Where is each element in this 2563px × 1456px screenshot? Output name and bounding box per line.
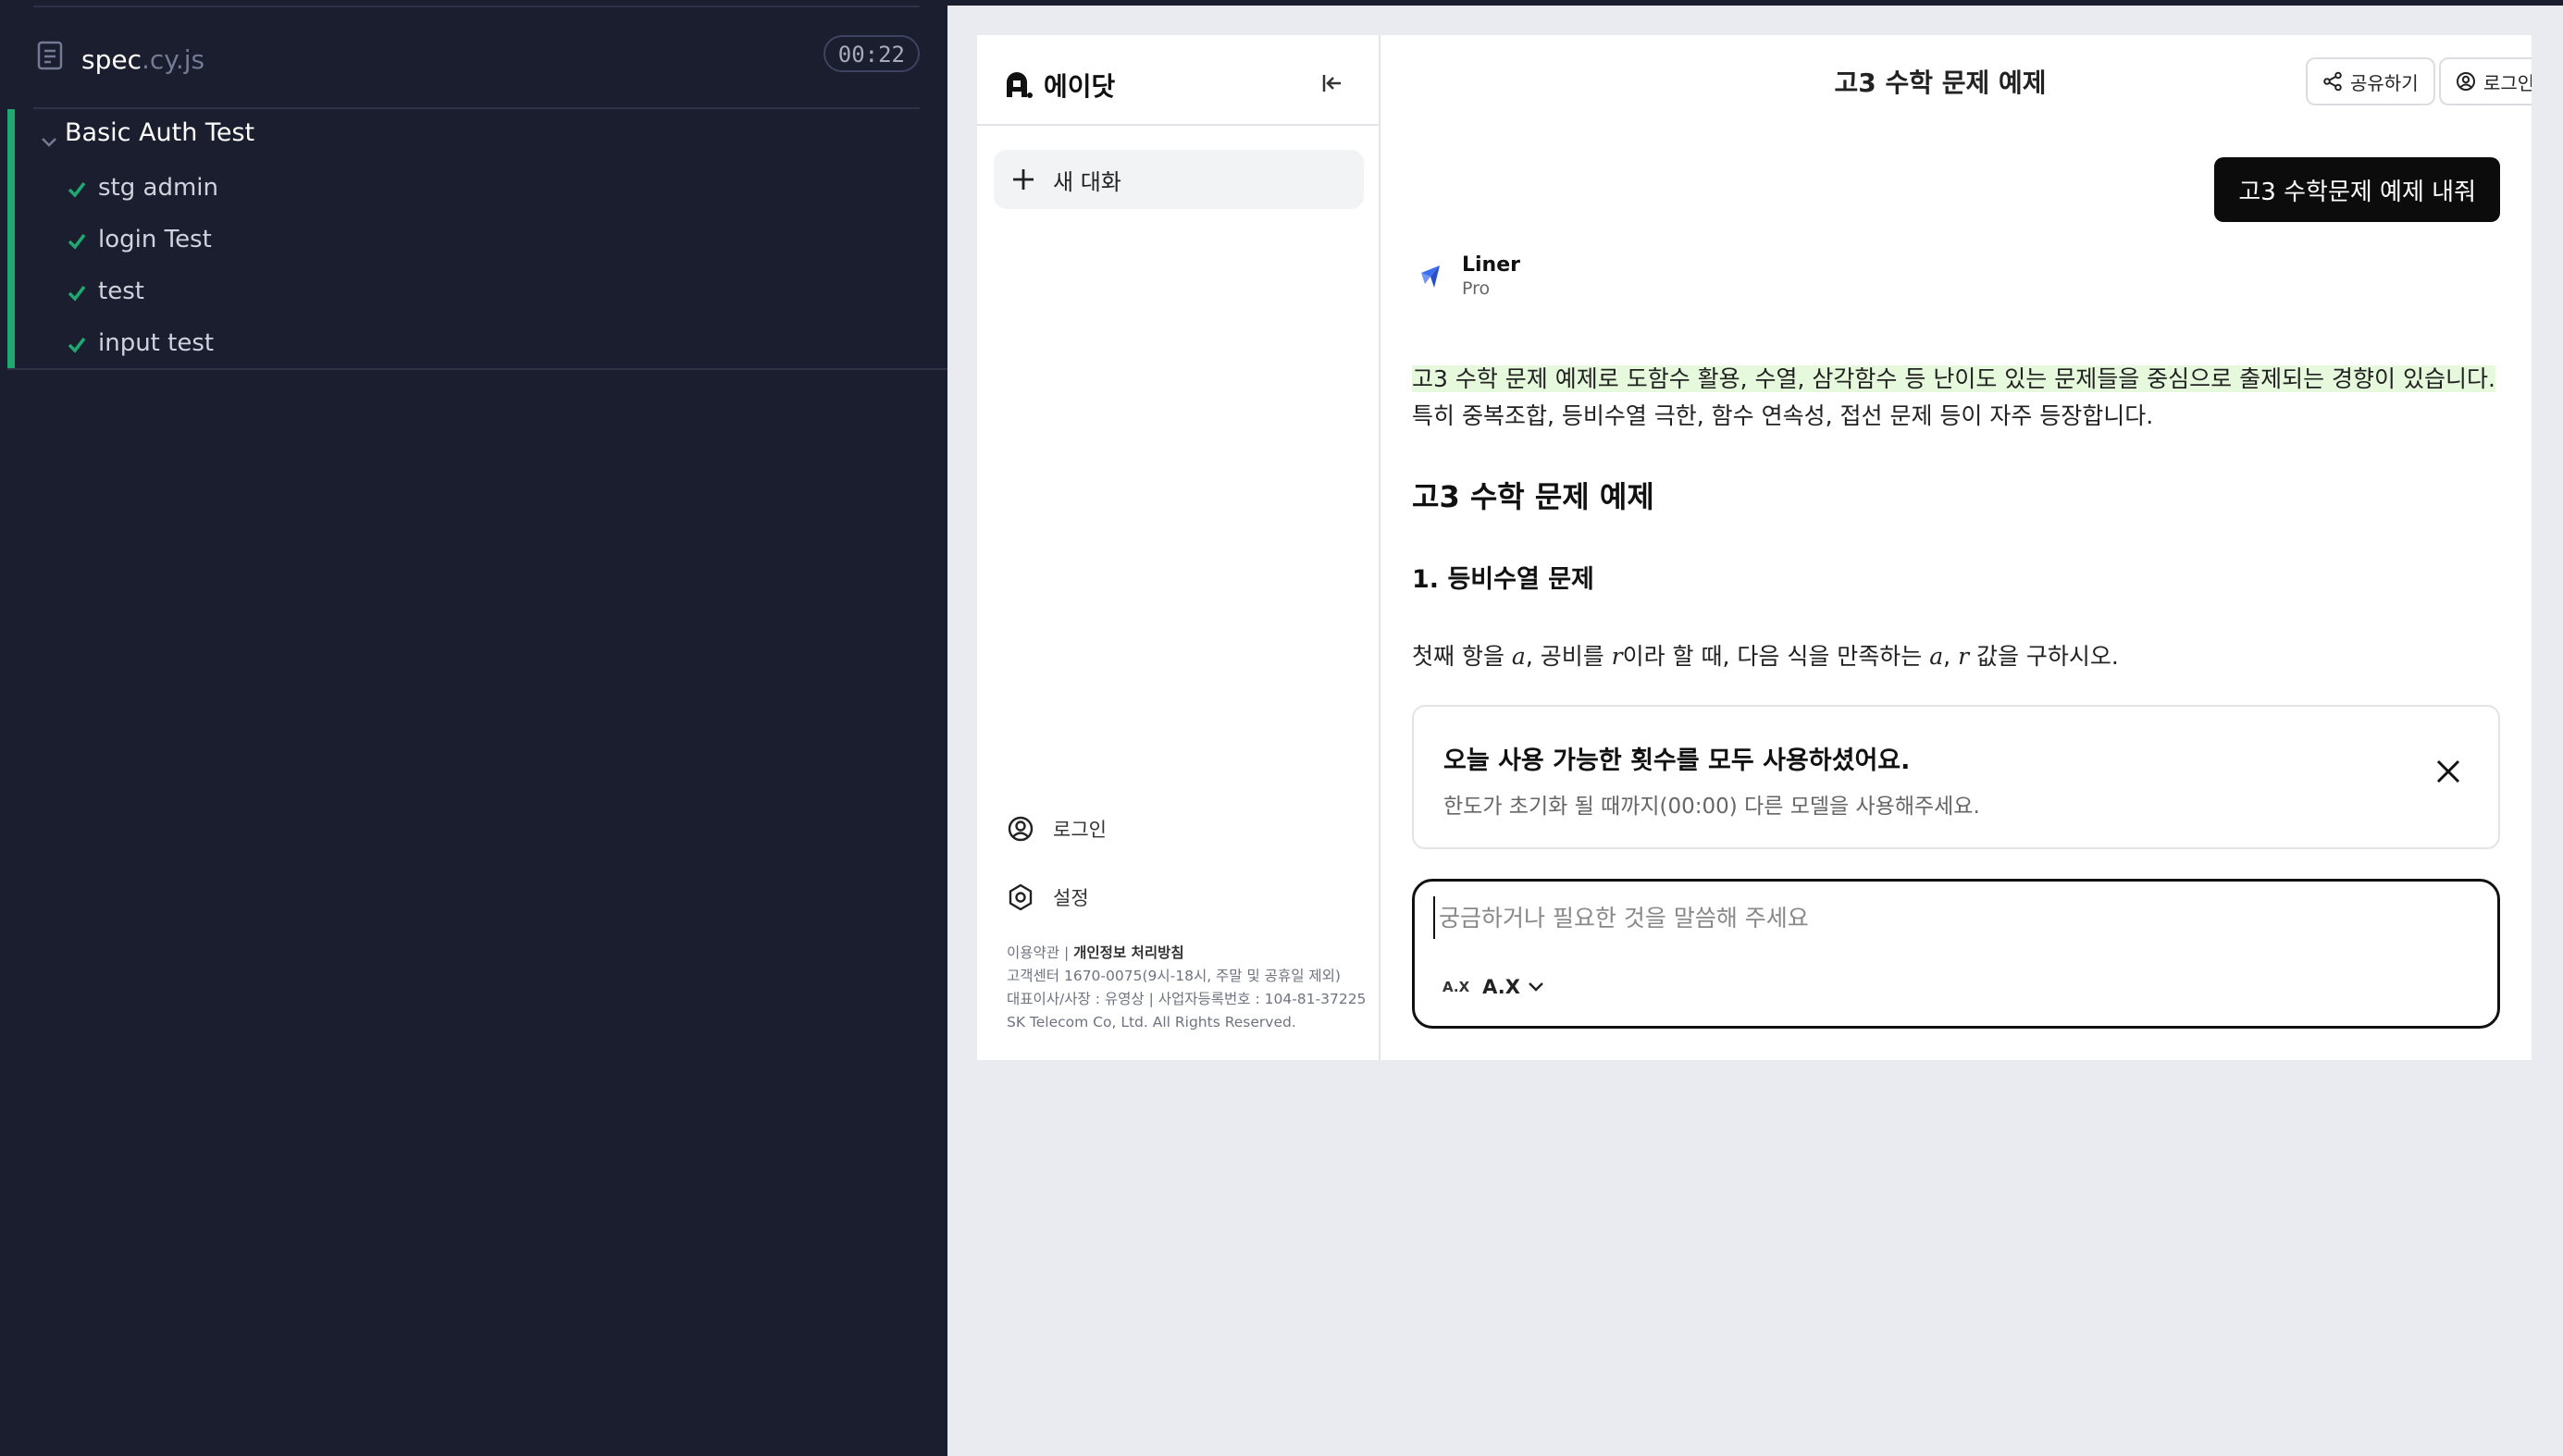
adot-logo-icon <box>1007 72 1033 98</box>
limit-title: 오늘 사용 가능한 횟수를 모두 사용하셨어요. <box>1443 747 1911 775</box>
check-icon <box>68 337 86 353</box>
answer-text-5: 값을 구하시오. <box>1969 643 2119 670</box>
sidebar-settings-link[interactable]: 설정 <box>1007 877 1089 918</box>
company-info-text: 대표이사/사장 : 유영상 | 사업자등록번호 : 104-81-37225 <box>1007 991 1367 1007</box>
test-item[interactable]: input test <box>61 322 894 366</box>
aut-top-border <box>947 0 2563 6</box>
model-selector-label: A.X <box>1482 976 1520 998</box>
legal-footer: 이용약관 | 개인정보 처리방침 고객센터 1670-0075(9시-18시, … <box>1007 942 1377 1034</box>
spec-file-basename: spec <box>81 44 142 75</box>
new-chat-button[interactable]: 새 대화 <box>994 150 1364 209</box>
spec-file-extension: .cy.js <box>141 44 205 75</box>
math-var-r: r <box>1611 643 1623 670</box>
user-circle-icon <box>1008 816 1034 842</box>
header-login-button[interactable]: 로그인 <box>2439 57 2532 105</box>
duration-badge: 00:22 <box>823 35 920 72</box>
copyright-text: SK Telecom Co, Ltd. All Rights Reserved. <box>1007 1014 1296 1030</box>
check-icon <box>68 233 86 250</box>
new-chat-label: 새 대화 <box>1053 168 1121 195</box>
chat-main: 고3 수학 문제 예제 공유하기 로그인 고3 수학문제 예제 내줘 Liner… <box>1381 35 2532 1060</box>
check-icon <box>68 181 86 198</box>
answer-text-1: 첫째 항을 <box>1412 643 1512 670</box>
liner-logo-icon <box>1421 265 1440 288</box>
sidebar-login-label: 로그인 <box>1053 819 1107 841</box>
math-var-a: a <box>1929 643 1944 670</box>
share-label: 공유하기 <box>2350 71 2419 94</box>
header-login-label: 로그인 <box>2483 71 2532 94</box>
test-label: test <box>98 278 144 305</box>
chevron-down-icon[interactable] <box>41 137 57 148</box>
check-icon <box>68 285 86 302</box>
message-input[interactable] <box>1433 896 2477 939</box>
collapse-left-icon <box>1322 75 1341 92</box>
ax-logo-icon: A.X <box>1442 979 1470 995</box>
collapse-sidebar-button[interactable] <box>1314 65 1351 102</box>
answer-text-3: 이라 할 때, 다음 식을 만족하는 <box>1622 643 1930 670</box>
brand-name: 에이닷 <box>1044 71 1116 102</box>
answer-subheading: 1. 등비수열 문제 <box>1412 565 1594 594</box>
sidebar-login-link[interactable]: 로그인 <box>1007 808 1107 849</box>
answer-heading: 고3 수학 문제 예제 <box>1412 479 1654 514</box>
test-label: login Test <box>98 226 212 253</box>
share-button[interactable]: 공유하기 <box>2306 57 2435 105</box>
privacy-link[interactable]: 개인정보 처리방침 <box>1073 944 1183 961</box>
sidebar-settings-label: 설정 <box>1053 887 1089 909</box>
answer-intro-rest: 특히 중복조합, 등비수열 극한, 함수 연속성, 접선 문제 등이 자주 등장… <box>1412 402 2154 429</box>
test-suite: Basic Auth Test stg admin login Test tes… <box>7 109 947 370</box>
document-icon <box>37 41 63 70</box>
user-circle-icon <box>2457 72 2475 91</box>
model-tier: Pro <box>1462 278 1491 299</box>
user-message-bubble: 고3 수학문제 예제 내줘 <box>2214 157 2500 222</box>
test-item[interactable]: login Test <box>61 218 894 263</box>
limit-description: 한도가 초기화 될 때까지(00:00) 다른 모델을 사용해주세요. <box>1443 795 1980 819</box>
test-item[interactable]: test <box>61 270 894 315</box>
test-item[interactable]: stg admin <box>61 167 894 211</box>
message-composer: A.X A.X <box>1412 879 2500 1029</box>
model-name: Liner <box>1462 253 1520 277</box>
answer-text-2: , 공비를 <box>1525 643 1612 670</box>
terms-link[interactable]: 이용약관 <box>1007 944 1059 961</box>
close-notice-button[interactable] <box>2432 755 2465 788</box>
sidebar-divider <box>977 124 1379 126</box>
spec-file-name: spec.cy.js <box>81 44 204 75</box>
suite-pass-indicator <box>7 109 15 368</box>
answer-intro: 고3 수학 문제 예제로 도함수 활용, 수열, 삼각함수 등 난이도 있는 문… <box>1412 361 2504 435</box>
brand-logo[interactable]: 에이닷 <box>1001 63 1115 107</box>
answer-text-4: , <box>1943 643 1959 670</box>
plus-icon <box>1013 169 1034 190</box>
suite-title: Basic Auth Test <box>65 118 255 147</box>
usage-limit-notice: 오늘 사용 가능한 횟수를 모두 사용하셨어요. 한도가 초기화 될 때까지(0… <box>1412 705 2500 849</box>
sidebar: 에이닷 새 대화 로그인 설정 이용약관 | 개인정보 처리방침 고객센터 16… <box>977 35 1381 1060</box>
answer-highlight: 고3 수학 문제 예제로 도함수 활용, 수열, 삼각함수 등 난이도 있는 문… <box>1412 365 2495 392</box>
spec-header[interactable]: spec.cy.js 00:22 <box>33 7 920 109</box>
math-var-r: r <box>1958 643 1970 670</box>
gear-icon <box>1009 883 1033 911</box>
answer-paragraph: 첫째 항을 a, 공비를 r이라 할 때, 다음 식을 만족하는 a, r 값을… <box>1412 638 2119 672</box>
model-selector[interactable]: A.X A.X <box>1442 976 1544 998</box>
customer-center-text: 고객센터 1670-0075(9시-18시, 주말 및 공휴일 제외) <box>1007 968 1341 984</box>
close-icon <box>2436 759 2460 784</box>
share-icon <box>2323 71 2342 92</box>
math-var-a: a <box>1511 643 1526 670</box>
footer-separator: | <box>1059 944 1074 961</box>
model-badge: Liner Pro <box>1414 253 1520 300</box>
test-label: input test <box>98 329 215 357</box>
chevron-down-icon <box>1529 982 1543 992</box>
app-window: 에이닷 새 대화 로그인 설정 이용약관 | 개인정보 처리방침 고객센터 16… <box>977 35 2532 1060</box>
cypress-runner-panel: spec.cy.js 00:22 Basic Auth Test stg adm… <box>0 0 947 1456</box>
test-label: stg admin <box>98 174 218 202</box>
